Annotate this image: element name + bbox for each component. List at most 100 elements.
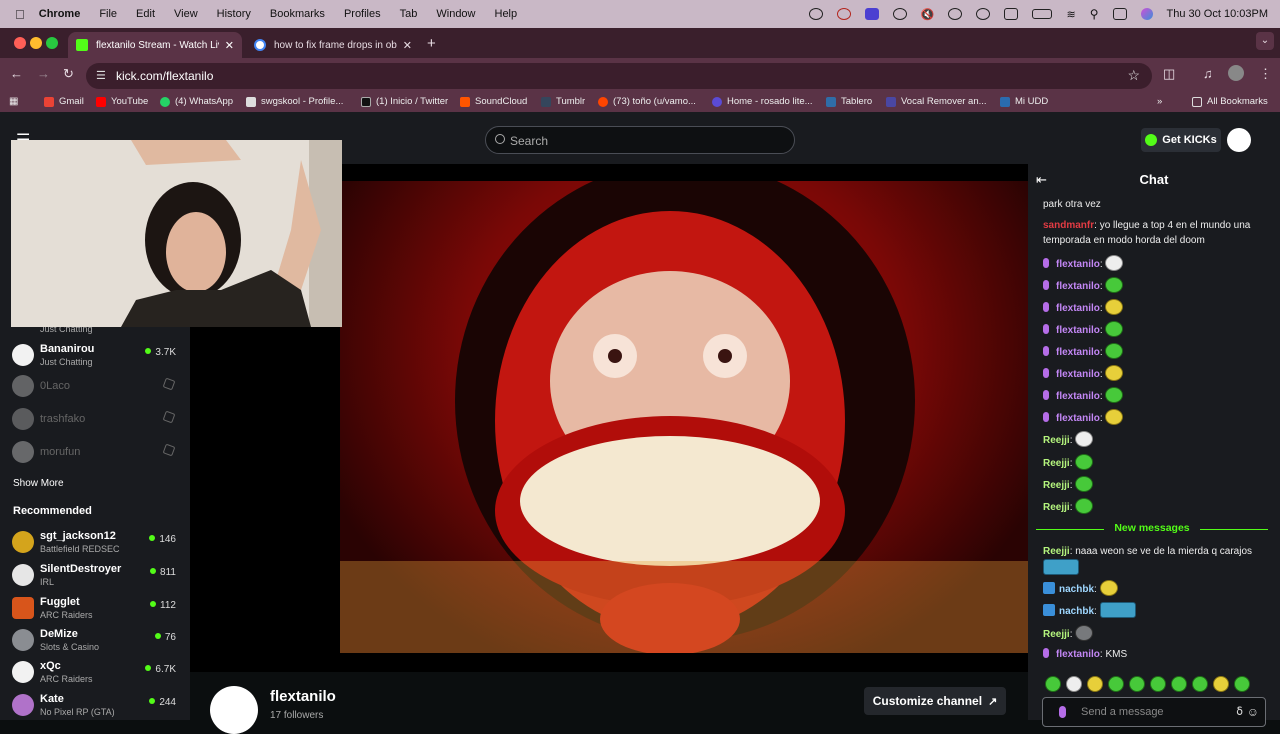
tab-google-search[interactable]: how to fix frame drops in obs ✕ bbox=[246, 32, 420, 58]
quick-emote-icon[interactable] bbox=[1171, 676, 1187, 692]
sidebar-channel-sgt-jackson12[interactable]: sgt_jackson12 Battlefield REDSEC 146 bbox=[12, 528, 182, 558]
emote-icon[interactable] bbox=[1099, 580, 1118, 596]
extensions-icon[interactable]: ◫ bbox=[1163, 66, 1175, 82]
chat-username[interactable]: nachbk bbox=[1059, 584, 1094, 595]
emote-icon[interactable] bbox=[1105, 299, 1124, 315]
shortcut-icon[interactable] bbox=[892, 8, 907, 20]
time-machine-icon[interactable] bbox=[976, 8, 991, 20]
sidebar-channel-morufun[interactable]: morufun bbox=[12, 438, 182, 468]
emote-icon[interactable] bbox=[1075, 498, 1094, 514]
chat-username[interactable]: flextanilo bbox=[1056, 325, 1100, 336]
quick-emote-icon[interactable] bbox=[1234, 676, 1250, 692]
emote-icon[interactable] bbox=[1105, 365, 1124, 381]
customize-channel-button[interactable]: Customize channel ↗ bbox=[864, 687, 1006, 715]
window-minimize-button[interactable] bbox=[30, 37, 42, 49]
menu-tab[interactable]: Tab bbox=[400, 8, 418, 20]
back-icon[interactable]: ← bbox=[10, 66, 23, 81]
bookmark-soundcloud[interactable]: SoundCloud bbox=[460, 96, 527, 107]
mute-icon[interactable]: 🔇 bbox=[921, 8, 935, 21]
translate-icon[interactable]: ẟ bbox=[1236, 705, 1243, 718]
quick-emote-icon[interactable] bbox=[1066, 676, 1082, 692]
chat-username[interactable]: flextanilo bbox=[1056, 649, 1100, 660]
control-center-icon[interactable] bbox=[1112, 8, 1127, 20]
sidebar-channel-kate[interactable]: Kate No Pixel RP (GTA) 244 bbox=[12, 691, 182, 721]
bookmark-youtube[interactable]: YouTube bbox=[96, 96, 148, 107]
new-tab-icon[interactable]: + bbox=[427, 35, 436, 52]
emote-icon[interactable] bbox=[1075, 625, 1094, 641]
url-text[interactable]: kick.com/flextanilo bbox=[116, 69, 213, 83]
bookmark-star-icon[interactable]: ☆ bbox=[1127, 67, 1140, 84]
quick-emote-icon[interactable] bbox=[1087, 676, 1103, 692]
quick-emote-icon[interactable] bbox=[1192, 676, 1208, 692]
quick-emote-icon[interactable] bbox=[1150, 676, 1166, 692]
address-bar[interactable]: ☰ kick.com/flextanilo ☆ bbox=[86, 63, 1152, 89]
channel-name-title[interactable]: flextanilo bbox=[270, 688, 336, 705]
emote-icon[interactable] bbox=[1105, 409, 1124, 425]
sidebar-channel-bananirou[interactable]: Bananirou Just Chatting 3.7K bbox=[12, 341, 182, 371]
chat-username[interactable]: flextanilo bbox=[1056, 347, 1100, 358]
emote-icon[interactable] bbox=[1075, 431, 1094, 447]
bookmark-whatsapp[interactable]: (4) WhatsApp bbox=[160, 96, 233, 107]
window-close-button[interactable] bbox=[14, 37, 26, 49]
bookmark-reddit[interactable]: (73) toño (u/vamo... bbox=[598, 96, 696, 107]
chat-username[interactable]: Reejji bbox=[1043, 629, 1070, 640]
chat-username[interactable]: flextanilo bbox=[1056, 369, 1100, 380]
emoji-icon[interactable]: ☺ bbox=[1247, 705, 1259, 719]
search-input[interactable]: Search bbox=[485, 126, 795, 154]
chat-username[interactable]: Reejji bbox=[1043, 480, 1070, 491]
bookmark-twitter[interactable]: (1) Inicio / Twitter bbox=[361, 96, 448, 107]
menu-profiles[interactable]: Profiles bbox=[344, 8, 381, 20]
menu-window[interactable]: Window bbox=[436, 8, 475, 20]
media-controls-icon[interactable]: ♫ bbox=[1203, 66, 1213, 81]
sidebar-channel-demize[interactable]: DeMize Slots & Casino 76 bbox=[12, 626, 182, 656]
record-status-icon[interactable] bbox=[836, 8, 851, 20]
sidebar-channel-xqc[interactable]: xQc ARC Raiders 6.7K bbox=[12, 658, 182, 688]
emote-icon[interactable] bbox=[1075, 454, 1094, 470]
bookmark-vocal-remover[interactable]: Vocal Remover an... bbox=[886, 96, 987, 107]
wifi-icon[interactable]: ≋ bbox=[1066, 8, 1075, 21]
bookmark-gmail[interactable]: Gmail bbox=[44, 96, 84, 107]
battery-icon[interactable] bbox=[1032, 9, 1053, 19]
quick-emote-icon[interactable] bbox=[1108, 676, 1124, 692]
apple-icon[interactable]:  bbox=[15, 7, 25, 22]
menu-file[interactable]: File bbox=[99, 8, 117, 20]
forward-icon[interactable]: → bbox=[37, 66, 50, 81]
chat-username[interactable]: flextanilo bbox=[1056, 303, 1100, 314]
chat-username[interactable]: Reejji bbox=[1043, 458, 1070, 469]
channel-avatar[interactable] bbox=[210, 686, 258, 734]
new-messages-divider[interactable]: New messages bbox=[1036, 522, 1268, 536]
microphone-icon[interactable] bbox=[1059, 706, 1066, 718]
show-more-link[interactable]: Show More bbox=[13, 478, 64, 489]
chat-username[interactable]: flextanilo bbox=[1056, 413, 1100, 424]
menu-edit[interactable]: Edit bbox=[136, 8, 155, 20]
chat-username[interactable]: flextanilo bbox=[1056, 391, 1100, 402]
user-avatar[interactable] bbox=[1227, 128, 1251, 152]
emote-icon[interactable] bbox=[1105, 321, 1124, 337]
emote-icon[interactable] bbox=[1105, 255, 1124, 271]
siri-icon[interactable] bbox=[1140, 8, 1153, 20]
quick-emote-icon[interactable] bbox=[1129, 676, 1145, 692]
sidebar-channel-fugglet[interactable]: Fugglet ARC Raiders 112 bbox=[12, 594, 182, 624]
sidebar-channel-0laco[interactable]: 0Laco bbox=[12, 372, 182, 402]
bookmark-tablero[interactable]: Tablero bbox=[826, 96, 872, 107]
chat-username[interactable]: nachbk bbox=[1059, 606, 1094, 617]
screen-share-icon[interactable] bbox=[864, 8, 879, 20]
apps-grid-icon[interactable]: ▦ bbox=[9, 96, 18, 107]
close-tab-icon[interactable]: ✕ bbox=[225, 39, 234, 52]
menu-view[interactable]: View bbox=[174, 8, 198, 20]
chat-username[interactable]: sandmanfr bbox=[1043, 220, 1094, 231]
chat-username[interactable]: flextanilo bbox=[1056, 281, 1100, 292]
keyboard-icon[interactable] bbox=[1004, 8, 1019, 20]
bookmark-rosado[interactable]: Home - rosado lite... bbox=[712, 96, 813, 107]
obs-status-icon[interactable] bbox=[808, 8, 823, 20]
play-icon[interactable] bbox=[948, 8, 963, 20]
chrome-menu-icon[interactable]: ⋮ bbox=[1259, 66, 1272, 82]
site-info-icon[interactable]: ☰ bbox=[96, 69, 106, 82]
spotlight-icon[interactable]: ⚲ bbox=[1090, 7, 1099, 21]
get-kicks-button[interactable]: Get KICKs bbox=[1141, 128, 1221, 152]
chat-username[interactable]: Reejji bbox=[1043, 502, 1070, 513]
emote-icon[interactable] bbox=[1043, 559, 1079, 575]
quick-emote-icon[interactable] bbox=[1213, 676, 1229, 692]
reload-icon[interactable]: ↻ bbox=[63, 66, 74, 82]
bookmark-swgskool[interactable]: swgskool - Profile... bbox=[246, 96, 343, 107]
